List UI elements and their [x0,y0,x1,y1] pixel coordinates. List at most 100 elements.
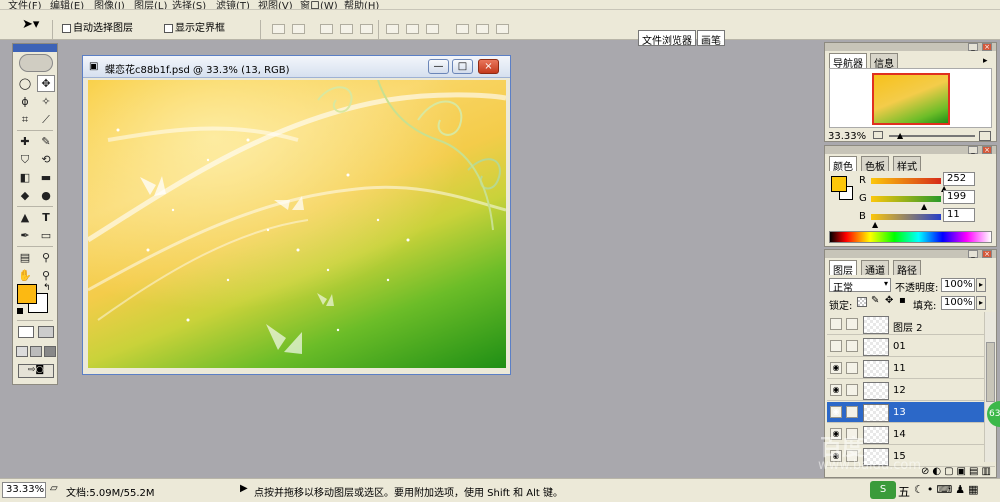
layer-row[interactable]: 01 [827,336,995,357]
magic-wand-icon[interactable]: ✧ [37,93,55,110]
channel-b-slider[interactable] [871,214,941,220]
tab-paths[interactable]: 路径 [893,260,921,277]
menu-window[interactable]: 窗口(W) [300,0,338,9]
menu-file[interactable]: 文件(F) [8,0,42,9]
foreground-color-swatch[interactable] [17,284,37,304]
panel-minimize-button[interactable]: _ [968,43,978,51]
menu-layer[interactable]: 图层(L) [134,0,167,9]
distribute-top-button[interactable] [386,24,399,34]
fill-input[interactable]: 100% [941,296,975,310]
layer-row[interactable]: ◉ 13 [827,402,995,423]
link-icon[interactable] [846,362,858,374]
screen-mode-menu-button[interactable] [30,346,42,357]
eye-icon[interactable] [830,340,842,352]
default-colors-icon[interactable] [17,308,23,314]
history-brush-icon[interactable]: ⟲ [37,151,55,168]
fill-arrow-icon[interactable]: ▸ [976,296,986,310]
crop-tool-icon[interactable]: ⌗ [16,111,34,128]
document-titlebar[interactable]: ▣ 蝶恋花c88b1f.psd @ 33.3% (13, RGB) — □ × [83,56,510,78]
panel-minimize-button[interactable]: _ [968,146,978,154]
ime-mode-label[interactable]: 五 [898,483,910,500]
panel-close-button[interactable]: × [982,250,992,258]
color-ramp[interactable] [829,231,992,243]
screen-mode-standard-button[interactable] [16,346,28,357]
status-zoom-input[interactable]: 33.33% [2,482,46,498]
eye-icon[interactable]: ◉ [830,384,842,396]
brush-tool-icon[interactable]: ✎ [37,133,55,150]
menu-select[interactable]: 选择(S) [172,0,206,9]
color-fg-swatch[interactable] [831,176,847,192]
layer-actions-icons[interactable]: ⊘◐▢▣▤▥ [921,466,994,477]
align-hcenter-button[interactable] [360,24,373,34]
notes-tool-icon[interactable]: ▤ [16,249,34,266]
navigator-zoom-value[interactable]: 33.33% [828,131,866,142]
distribute-left-button[interactable] [456,24,469,34]
lock-all-icon[interactable]: ▪ [899,295,906,306]
zoom-in-icon[interactable] [979,131,991,141]
link-icon[interactable] [846,340,858,352]
opacity-arrow-icon[interactable]: ▸ [976,278,986,292]
tab-channels[interactable]: 通道 [861,260,889,277]
blend-mode-select[interactable]: 正常 ▾ [829,278,891,294]
standard-mode-button[interactable] [18,326,34,338]
image-canvas[interactable] [88,80,506,368]
tab-brushes[interactable]: 画笔 [697,30,725,47]
eye-icon[interactable] [830,318,842,330]
panel-close-button[interactable]: × [982,43,992,51]
align-top-button[interactable] [272,24,285,34]
zoom-out-icon[interactable] [873,131,883,139]
panel-minimize-button[interactable]: _ [968,250,978,258]
lock-transparency-icon[interactable] [857,297,867,307]
type-tool-icon[interactable]: T [37,209,55,226]
panel-menu-icon[interactable]: ▸ [983,56,988,66]
menu-filter[interactable]: 滤镜(T) [216,0,250,9]
tab-navigator[interactable]: 导航器 [829,53,867,70]
tab-swatches[interactable]: 色板 [861,156,889,173]
panel-close-button[interactable]: × [982,146,992,154]
marquee-tool-icon[interactable]: ◯ [16,75,34,92]
path-selection-icon[interactable]: ▲ [16,209,34,226]
channel-b-thumb[interactable]: ▲ [872,220,878,229]
zoom-tool-icon[interactable]: ⚲ [37,267,55,284]
minimize-button[interactable]: — [428,59,449,74]
status-arrow-icon[interactable]: ▶ [240,483,248,494]
channel-r-input[interactable]: 252 [943,172,975,186]
tab-file-browser[interactable]: 文件浏览器 [638,30,696,47]
link-icon[interactable] [846,406,858,418]
healing-brush-icon[interactable]: ✚ [16,133,34,150]
opacity-input[interactable]: 100% [941,278,975,292]
link-icon[interactable] [846,384,858,396]
menu-help[interactable]: 帮助(H) [344,0,379,9]
show-bounds-checkbox[interactable] [164,23,173,33]
auto-select-checkbox[interactable] [62,23,71,33]
blur-tool-icon[interactable]: ◆ [16,187,34,204]
quick-mask-button[interactable] [38,326,54,338]
align-left-button[interactable] [340,24,353,34]
lasso-tool-icon[interactable]: ϕ [16,93,34,110]
ime-tray-icons[interactable]: ☾•⌨♟▦ [914,483,981,496]
layer-row[interactable]: ◉ 11 [827,358,995,379]
clone-stamp-icon[interactable]: ⛉ [16,151,34,168]
channel-g-thumb[interactable]: ▲ [921,202,927,211]
jump-to-imageready-button[interactable]: ⇨◙ [18,364,54,378]
shape-tool-icon[interactable]: ▭ [37,227,55,244]
distribute-right-button[interactable] [496,24,509,34]
pen-tool-icon[interactable]: ✒ [16,227,34,244]
align-bottom-button[interactable] [320,24,333,34]
doc-info-icon[interactable]: ▱ [50,483,58,494]
menu-image[interactable]: 图像(I) [94,0,125,9]
link-icon[interactable] [846,318,858,330]
distribute-hcenter-button[interactable] [476,24,489,34]
layer-row[interactable]: ◉ 12 [827,380,995,401]
channel-r-slider[interactable] [871,178,941,184]
adobe-online-icon[interactable] [19,54,53,72]
layers-scrollbar[interactable] [984,312,996,462]
tab-layers[interactable]: 图层 [829,260,857,277]
show-bounds-option[interactable]: 显示定界框 [164,19,225,34]
screen-mode-full-button[interactable] [44,346,56,357]
distribute-bottom-button[interactable] [426,24,439,34]
channel-b-input[interactable]: 11 [943,208,975,222]
channel-g-input[interactable]: 199 [943,190,975,204]
tab-styles[interactable]: 样式 [893,156,921,173]
scrollbar-thumb[interactable] [986,342,995,402]
